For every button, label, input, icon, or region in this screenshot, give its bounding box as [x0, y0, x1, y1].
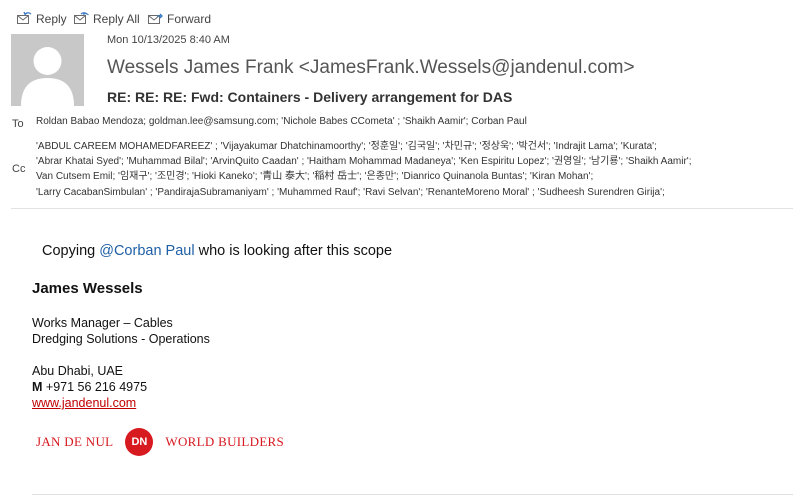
cc-recipients[interactable]: 'ABDUL CAREEM MOHAMEDFAREEZ' ; 'Vijayaku…	[36, 139, 786, 201]
mobile-number: +971 56 216 4975	[42, 380, 148, 394]
reply-all-icon	[73, 11, 93, 28]
body-text-suffix: who is looking after this scope	[194, 243, 393, 259]
to-label: To	[12, 118, 24, 130]
person-icon	[21, 47, 74, 106]
body-text-prefix: Copying	[42, 243, 100, 259]
reply-label: Reply	[36, 12, 67, 26]
logo-text-right: WORLD BUILDERS	[165, 434, 285, 449]
cc-line: 'Larry CacabanSimbulan' ; 'PandirajaSubr…	[36, 186, 665, 198]
website-link[interactable]: www.jandenul.com	[32, 396, 136, 410]
signature-name: James Wessels	[32, 280, 143, 297]
cc-line: Van Cutsem Emil; '임재구'; '조민경'; 'Hioki Ka…	[36, 171, 594, 183]
message-subject: RE: RE: RE: Fwd: Containers - Delivery a…	[107, 89, 513, 105]
header-divider	[11, 208, 793, 209]
logo-mark: DN	[125, 428, 154, 456]
footer-divider	[32, 494, 793, 495]
forward-label: Forward	[167, 12, 212, 26]
signature-website: www.jandenul.com	[32, 396, 136, 410]
reply-all-label: Reply All	[93, 12, 140, 26]
cc-line: 'Abrar Khatai Syed'; 'Muhammad Bilal'; '…	[36, 156, 692, 168]
signature-mobile: M +971 56 216 4975	[32, 380, 147, 394]
cc-label: Cc	[12, 163, 26, 175]
sender-avatar	[11, 34, 84, 106]
mention-link[interactable]: @Corban Paul	[99, 243, 194, 259]
cc-line: 'ABDUL CAREEM MOHAMEDFAREEZ' ; 'Vijayaku…	[36, 141, 657, 152]
signature-title: Works Manager – Cables	[32, 316, 173, 330]
reply-button[interactable]: Reply	[16, 10, 67, 28]
reply-all-button[interactable]: Reply All	[73, 10, 140, 28]
logo-text-left: JAN DE NUL	[36, 434, 114, 449]
message-date: Mon 10/13/2025 8:40 AM	[107, 34, 230, 46]
message-body: Copying @Corban Paul who is looking afte…	[42, 243, 392, 259]
reply-icon	[16, 11, 36, 28]
signature-department: Dredging Solutions - Operations	[32, 332, 210, 346]
forward-button[interactable]: Forward	[147, 10, 211, 28]
company-logo: JAN DE NUL DN WORLD BUILDERS	[36, 427, 284, 457]
message-toolbar: Reply Reply All Forward	[0, 0, 793, 34]
sender-name[interactable]: Wessels James Frank <JamesFrank.Wessels@…	[107, 57, 635, 79]
mobile-label: M	[32, 380, 43, 394]
to-recipients[interactable]: Roldan Babao Mendoza; goldman.lee@samsun…	[36, 116, 527, 127]
forward-icon	[147, 11, 167, 28]
signature-location: Abu Dhabi, UAE	[32, 364, 124, 378]
